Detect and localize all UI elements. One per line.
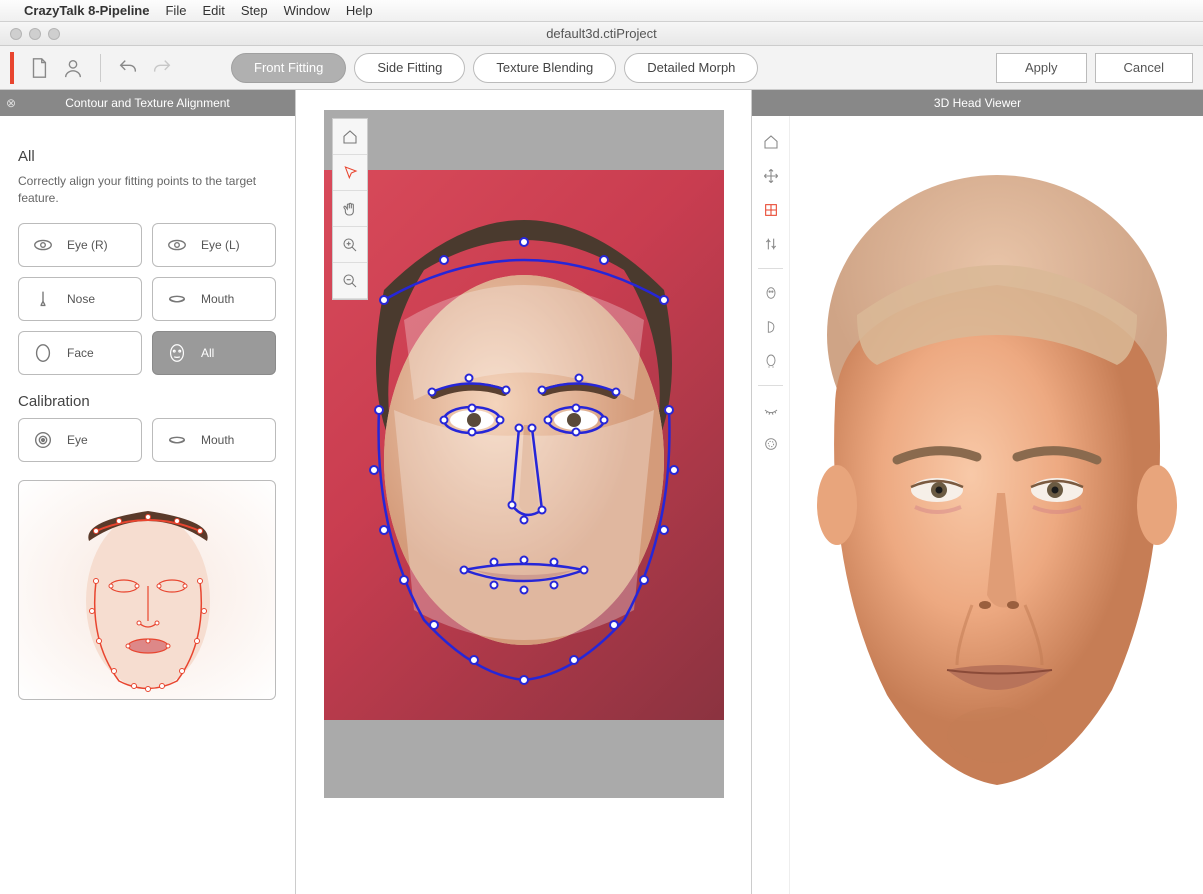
nose-icon	[29, 288, 57, 310]
section-calibration-title: Calibration	[18, 393, 277, 410]
menu-help[interactable]: Help	[346, 3, 373, 18]
tab-side-fitting[interactable]: Side Fitting	[354, 53, 465, 83]
feature-label: Nose	[67, 292, 95, 306]
reference-face-preview	[18, 480, 276, 700]
mouth-icon	[163, 288, 191, 310]
view-back-icon[interactable]	[752, 345, 789, 377]
feature-label: Eye (L)	[201, 238, 240, 252]
menu-step[interactable]: Step	[241, 3, 268, 18]
menu-file[interactable]: File	[165, 3, 186, 18]
tab-detailed-morph[interactable]: Detailed Morph	[624, 53, 758, 83]
feature-mouth-button[interactable]: Mouth	[152, 277, 276, 321]
source-photo	[324, 170, 724, 720]
eyelashes-toggle-icon[interactable]	[752, 394, 789, 426]
right-panel: 3D Head Viewer	[751, 90, 1203, 894]
feature-nose-button[interactable]: Nose	[18, 277, 142, 321]
face-all-icon	[163, 342, 191, 364]
face-outline-icon	[29, 342, 57, 364]
calibration-label: Mouth	[201, 433, 234, 447]
calibration-label: Eye	[67, 433, 88, 447]
section-all-title: All	[18, 148, 277, 165]
cancel-button[interactable]: Cancel	[1095, 53, 1193, 83]
toolbar-separator	[758, 268, 783, 269]
feature-label: Mouth	[201, 292, 234, 306]
toolbar-divider	[100, 54, 101, 82]
photo-fitting-panel	[296, 90, 751, 894]
pan-hand-icon[interactable]	[333, 191, 367, 227]
feature-face-button[interactable]: Face	[18, 331, 142, 375]
eye-icon	[163, 234, 191, 256]
undo-icon[interactable]	[115, 55, 141, 81]
view-side-icon[interactable]	[752, 311, 789, 343]
window-minimize-icon[interactable]	[29, 28, 41, 40]
wireframe-toggle-icon[interactable]	[752, 428, 789, 460]
pointer-tool-icon[interactable]	[333, 155, 367, 191]
feature-label: All	[201, 346, 214, 360]
menu-window[interactable]: Window	[284, 3, 330, 18]
view-front-icon[interactable]	[752, 277, 789, 309]
viewer-toolbar	[752, 116, 790, 894]
canvas-toolbar	[332, 118, 368, 300]
window-titlebar: default3d.ctiProject	[0, 22, 1203, 46]
feature-label: Eye (R)	[67, 238, 108, 252]
feature-all-button[interactable]: All	[152, 331, 276, 375]
viewer-move-icon[interactable]	[752, 160, 789, 192]
menu-edit[interactable]: Edit	[202, 3, 224, 18]
zoom-out-icon[interactable]	[333, 263, 367, 299]
document-title: default3d.ctiProject	[0, 26, 1203, 41]
viewer-zoom-icon[interactable]	[752, 228, 789, 260]
right-panel-header: 3D Head Viewer	[752, 90, 1203, 116]
feature-eye-l-button[interactable]: Eye (L)	[152, 223, 276, 267]
left-panel-header: ⊗ Contour and Texture Alignment	[0, 90, 295, 116]
viewer-home-icon[interactable]	[752, 126, 789, 158]
tab-texture-blending[interactable]: Texture Blending	[473, 53, 616, 83]
right-panel-title: 3D Head Viewer	[934, 96, 1021, 110]
photo-canvas[interactable]	[324, 110, 724, 798]
calibration-mouth-button[interactable]: Mouth	[152, 418, 276, 462]
new-document-icon[interactable]	[26, 55, 52, 81]
eye-target-icon	[29, 429, 57, 451]
feature-eye-r-button[interactable]: Eye (R)	[18, 223, 142, 267]
redo-icon[interactable]	[149, 55, 175, 81]
window-zoom-icon[interactable]	[48, 28, 60, 40]
profile-icon[interactable]	[60, 55, 86, 81]
left-panel-title: Contour and Texture Alignment	[65, 96, 230, 110]
close-panel-icon[interactable]: ⊗	[6, 96, 16, 110]
window-close-icon[interactable]	[10, 28, 22, 40]
head-3d-viewport[interactable]	[790, 116, 1203, 894]
eye-icon	[29, 234, 57, 256]
mouth-icon	[163, 429, 191, 451]
accent-bar	[10, 52, 14, 84]
app-name-menu[interactable]: CrazyTalk 8-Pipeline	[24, 3, 149, 18]
viewer-rotate-icon[interactable]	[752, 194, 789, 226]
feature-label: Face	[67, 346, 94, 360]
tab-front-fitting[interactable]: Front Fitting	[231, 53, 346, 83]
apply-button[interactable]: Apply	[996, 53, 1087, 83]
toolbar-separator	[758, 385, 783, 386]
zoom-in-icon[interactable]	[333, 227, 367, 263]
macos-menubar: CrazyTalk 8-Pipeline File Edit Step Wind…	[0, 0, 1203, 22]
help-text: Correctly align your fitting points to t…	[18, 173, 277, 207]
calibration-eye-button[interactable]: Eye	[18, 418, 142, 462]
left-panel: ⊗ Contour and Texture Alignment All Corr…	[0, 90, 296, 894]
home-view-icon[interactable]	[333, 119, 367, 155]
main-toolbar: Front Fitting Side Fitting Texture Blend…	[0, 46, 1203, 90]
